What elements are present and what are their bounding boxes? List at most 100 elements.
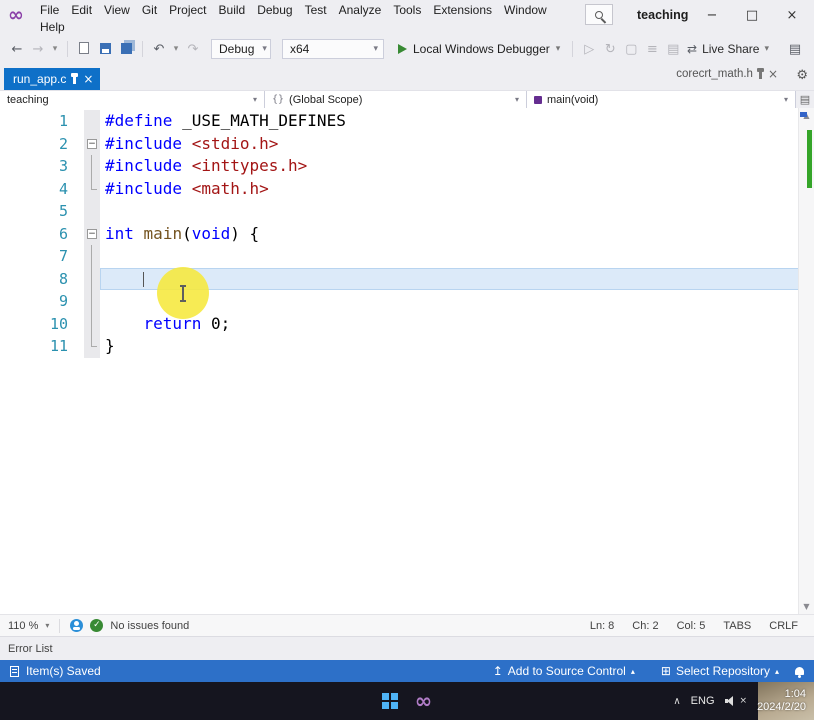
scroll-down-icon[interactable]: ▼ — [799, 602, 814, 611]
tab-corecrt-math-h[interactable]: corecrt_math.h × — [676, 68, 778, 80]
redo-icon[interactable]: ↷ — [184, 42, 202, 57]
indent-indicator[interactable]: TABS — [723, 620, 751, 632]
undo-dropdown-icon[interactable]: ▾ — [171, 44, 181, 54]
menu-project[interactable]: Project — [163, 2, 212, 19]
menu-debug[interactable]: Debug — [251, 2, 298, 19]
collapse-region-icon[interactable]: − — [87, 139, 97, 149]
navigate-dropdown-icon[interactable]: ▾ — [50, 44, 60, 54]
menu-analyze[interactable]: Analyze — [333, 2, 388, 19]
close-button[interactable]: × — [772, 0, 812, 30]
undo-icon[interactable]: ↶ — [150, 42, 168, 57]
speaker-muted-icon[interactable] — [725, 696, 736, 706]
zoom-level[interactable]: 110 % — [8, 620, 38, 632]
tab-label: run_app.c — [13, 72, 66, 86]
code-line[interactable]: 1#define _USE_MATH_DEFINES — [0, 110, 814, 133]
start-button[interactable] — [382, 693, 399, 710]
close-tab-icon[interactable]: × — [768, 68, 778, 80]
toolbar-options-icon[interactable]: ▤ — [786, 42, 804, 57]
start-without-debugging-icon[interactable]: ▷ — [580, 42, 598, 57]
outlining-margin[interactable]: − — [84, 223, 100, 246]
outlining-margin — [84, 178, 100, 201]
scope-icon: {} — [272, 94, 284, 105]
code-line[interactable]: 9 — [0, 290, 814, 313]
scrollbar-caret-marker — [800, 112, 807, 117]
menu-help[interactable]: Help — [34, 19, 71, 36]
menu-test[interactable]: Test — [299, 2, 333, 19]
navigate-back-icon[interactable]: ← — [8, 42, 26, 57]
chevron-up-icon: ▴ — [631, 667, 635, 676]
collapse-region-icon[interactable]: − — [87, 229, 97, 239]
menu-window[interactable]: Window — [498, 2, 553, 19]
save-all-icon[interactable] — [117, 42, 135, 57]
notifications-bell-icon[interactable] — [795, 667, 804, 675]
scope-dropdown[interactable]: {} (Global Scope) ▾ — [265, 91, 527, 108]
save-icon[interactable] — [96, 42, 114, 57]
menu-view[interactable]: View — [98, 2, 136, 19]
restore-button[interactable]: □ — [732, 0, 772, 30]
start-debugging-button[interactable]: Local Windows Debugger ▾ — [393, 42, 565, 56]
code-line[interactable]: 11} — [0, 335, 814, 358]
character-indicator[interactable]: Ch: 2 — [632, 620, 658, 632]
error-list-panel-header[interactable]: Error List — [0, 636, 814, 660]
code-line[interactable]: 10 return 0; — [0, 313, 814, 336]
project-dropdown[interactable]: teaching ▾ — [0, 91, 265, 108]
health-message[interactable]: No issues found — [110, 620, 189, 632]
code-line[interactable]: 7 — [0, 245, 814, 268]
chevron-down-icon: ▾ — [515, 95, 519, 104]
break-all-icon[interactable]: ▢ — [622, 42, 640, 57]
run-play-icon — [398, 44, 407, 54]
step-icons[interactable]: ≡ — [643, 42, 661, 57]
editor-options-gear-icon[interactable]: ⚙ — [796, 68, 808, 83]
visual-studio-taskbar-icon[interactable]: ∞ — [415, 691, 433, 711]
platform-dropdown[interactable]: x64 ▾ — [282, 39, 384, 59]
chevron-down-icon[interactable]: ▾ — [45, 621, 49, 630]
accessibility-icon[interactable] — [70, 619, 83, 632]
new-file-icon[interactable] — [75, 42, 93, 57]
member-dropdown[interactable]: main(void) ▾ — [527, 91, 796, 108]
column-indicator[interactable]: Col: 5 — [677, 620, 706, 632]
eol-indicator[interactable]: CRLF — [769, 620, 798, 632]
menu-git[interactable]: Git — [136, 2, 163, 19]
taskbar-clock[interactable]: 1:04 2024/2/20 — [757, 688, 810, 714]
tab-run-app-c[interactable]: run_app.c × — [4, 68, 100, 90]
split-window-icon[interactable]: ▤ — [796, 91, 814, 108]
select-repository-button[interactable]: ⊞ Select Repository ▴ — [661, 664, 779, 678]
outlining-margin — [84, 110, 100, 133]
pin-icon[interactable] — [759, 72, 762, 79]
line-indicator[interactable]: Ln: 8 — [590, 620, 614, 632]
chevron-down-icon: ▾ — [764, 44, 769, 54]
menu-tools[interactable]: Tools — [387, 2, 427, 19]
code-line[interactable]: 3#include <inttypes.h> — [0, 155, 814, 178]
configuration-dropdown[interactable]: Debug ▾ — [211, 39, 271, 59]
pin-icon[interactable] — [73, 77, 76, 84]
menu-edit[interactable]: Edit — [65, 2, 98, 19]
menu-extensions[interactable]: Extensions — [427, 2, 498, 19]
language-indicator[interactable]: ENG — [691, 695, 715, 707]
menu-build[interactable]: Build — [213, 2, 252, 19]
vertical-scrollbar[interactable]: ▲ ▼ — [798, 108, 814, 614]
menu-file[interactable]: File — [34, 2, 65, 19]
search-box[interactable] — [585, 4, 613, 25]
line-number: 5 — [0, 200, 70, 223]
hot-reload-icon[interactable]: ↻ — [601, 42, 619, 57]
outlining-margin — [84, 313, 100, 336]
hidden-icons-chevron-icon[interactable]: ∧ — [673, 696, 680, 707]
code-line[interactable]: 4#include <math.h> — [0, 178, 814, 201]
navigate-forward-icon[interactable]: → — [29, 42, 47, 57]
mute-x-icon: × — [740, 696, 748, 706]
find-in-files-icon[interactable]: ▤ — [664, 42, 682, 57]
add-to-source-control-button[interactable]: ↥ Add to Source Control ▴ — [493, 664, 635, 678]
code-line[interactable]: 2−#include <stdio.h> — [0, 133, 814, 156]
code-line[interactable]: 5 — [0, 200, 814, 223]
code-editor[interactable]: 1#define _USE_MATH_DEFINES2−#include <st… — [0, 108, 814, 614]
code-line[interactable]: 6−int main(void) { — [0, 223, 814, 246]
repository-icon: ⊞ — [661, 664, 671, 678]
close-tab-icon[interactable]: × — [83, 73, 93, 85]
code-line[interactable]: 8 — [0, 268, 814, 291]
minimize-button[interactable]: − — [692, 0, 732, 30]
scope-value: (Global Scope) — [289, 94, 362, 106]
toolbar-separator — [572, 41, 573, 57]
live-share-button[interactable]: ⇄ Live Share ▾ — [687, 42, 769, 56]
outlining-margin[interactable]: − — [84, 133, 100, 156]
search-icon — [595, 11, 603, 19]
